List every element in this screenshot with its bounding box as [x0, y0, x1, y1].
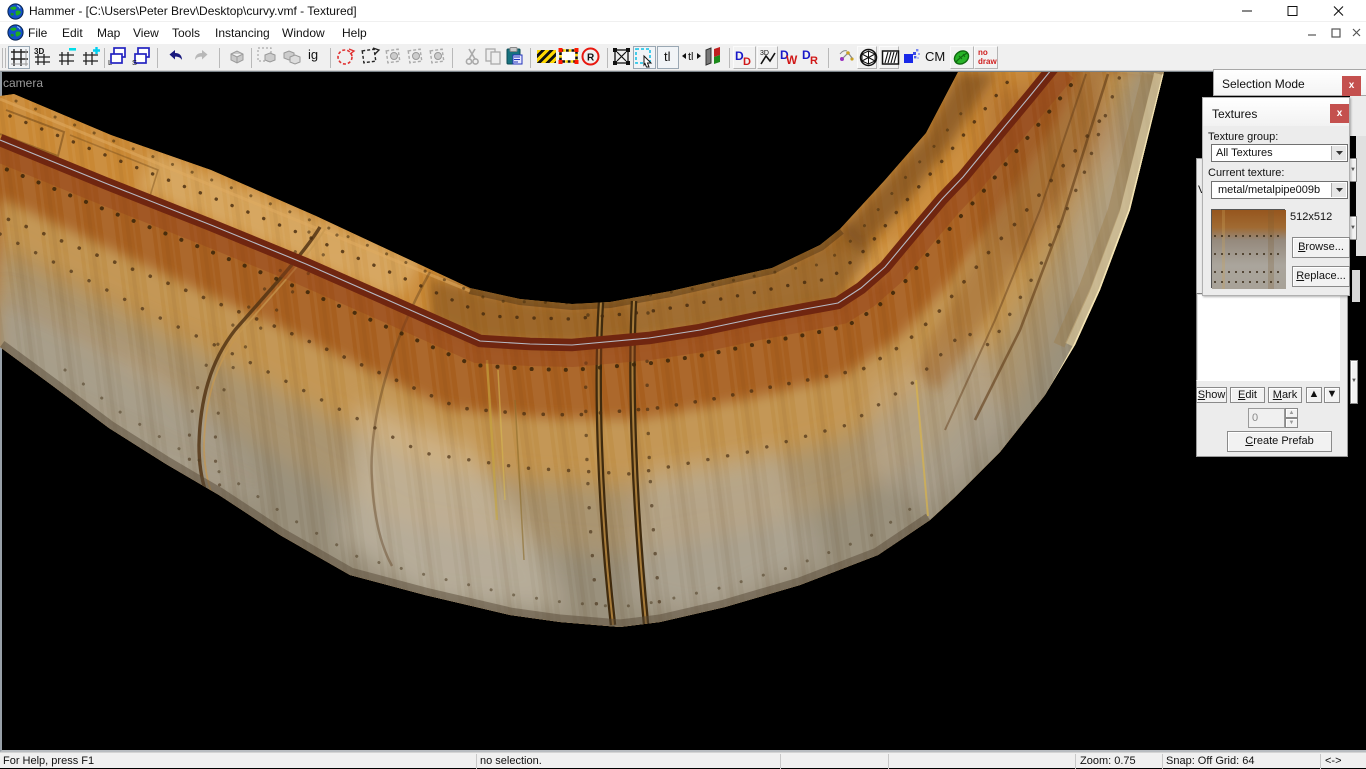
svg-text:3D: 3D	[760, 50, 769, 57]
svg-text:D: D	[743, 56, 751, 68]
svg-text:W: W	[786, 53, 798, 67]
svg-text:S: S	[132, 58, 137, 67]
svg-text:3D: 3D	[34, 47, 44, 56]
svg-text:L: L	[108, 58, 112, 67]
svg-text:R: R	[587, 53, 595, 64]
svg-text:tl: tl	[688, 51, 694, 63]
svg-text:R: R	[810, 55, 818, 67]
